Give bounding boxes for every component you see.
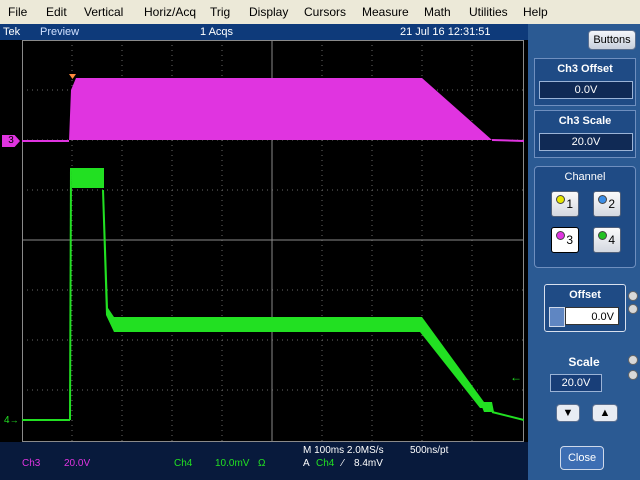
scale-up-button[interactable]: ▲ — [592, 404, 618, 422]
channel-3-label: 3 — [566, 233, 573, 247]
offset-knob-group: Offset 0.0V — [544, 284, 626, 332]
channel-1-label: 1 — [566, 197, 573, 211]
offset-label: Offset — [569, 289, 601, 301]
readout-bar: Ch3 20.0V Ch4 10.0mV Ω M 100ms 2.0MS/s 5… — [0, 442, 528, 480]
timebase-readout[interactable]: M 100ms 2.0MS/s — [303, 445, 384, 456]
offset-input[interactable]: 0.0V — [565, 307, 619, 325]
ch4-baseline-right — [491, 411, 524, 421]
menu-measure[interactable]: Measure — [362, 0, 409, 24]
menu-horiz-acq[interactable]: Horiz/Acq — [144, 0, 196, 24]
keypad-icon[interactable] — [549, 307, 565, 327]
channel-4-label: 4 — [608, 233, 615, 247]
menu-trig[interactable]: Trig — [210, 0, 230, 24]
waveform-display[interactable] — [22, 40, 524, 442]
ch4-rise-edge — [69, 167, 72, 421]
menu-edit[interactable]: Edit — [46, 0, 67, 24]
ch3-ground-marker[interactable]: 3 — [2, 135, 20, 147]
close-button[interactable]: Close — [560, 446, 604, 470]
scale-down-button[interactable]: ▼ — [556, 404, 580, 422]
channel-3-button[interactable]: 3 — [551, 227, 579, 253]
channel-4-button[interactable]: 4 — [593, 227, 621, 253]
ch3-scale-group: Ch3 Scale 20.0V — [534, 110, 636, 158]
acquisition-count: 1 Acqs — [200, 26, 234, 38]
menu-cursors[interactable]: Cursors — [304, 0, 346, 24]
ch3-baseline-right — [491, 139, 524, 142]
menu-utilities[interactable]: Utilities — [469, 0, 508, 24]
trigger-level-marker[interactable]: ← — [510, 370, 522, 384]
ch1-color-icon — [556, 195, 565, 204]
menu-math[interactable]: Math — [424, 0, 451, 24]
channel-selector-group: Channel 1 2 3 4 — [534, 166, 636, 268]
ch4-path-helper — [104, 168, 484, 400]
ch3-waveform — [22, 74, 524, 142]
control-panel: Buttons Ch3 Offset 0.0V Ch3 Scale 20.0V … — [528, 24, 640, 480]
trigger-slope-icon: ⁄ — [342, 458, 344, 469]
menu-help[interactable]: Help — [523, 0, 548, 24]
ch3-offset-title: Ch3 Offset — [557, 63, 613, 75]
channel-2-button[interactable]: 2 — [593, 191, 621, 217]
ch4-name-readout[interactable]: Ch4 — [174, 458, 192, 469]
resolution-readout: 500ns/pt — [410, 445, 449, 456]
offset-knob-indicator-top — [628, 291, 638, 301]
ch4-scale-readout[interactable]: 10.0mV — [215, 458, 249, 469]
menu-display[interactable]: Display — [249, 0, 288, 24]
ch4-ground-marker[interactable]: 4→ — [4, 414, 22, 426]
ch3-scale-title: Ch3 Scale — [558, 115, 612, 127]
datetime-label: 21 Jul 16 12:31:51 — [400, 26, 491, 38]
arrow-down-icon: ▼ — [562, 407, 574, 419]
channel-1-button[interactable]: 1 — [551, 191, 579, 217]
channel-2-label: 2 — [608, 197, 615, 211]
ch4-waveform — [22, 167, 524, 421]
ch4-envelope — [102, 190, 492, 408]
waveform-graticule — [22, 40, 524, 442]
menu-file[interactable]: File — [8, 0, 27, 24]
brand-label: Tek — [3, 26, 21, 38]
scale-knob-indicator-bottom — [628, 370, 638, 380]
ch3-marker-label: 3 — [8, 135, 14, 146]
menu-bar: File Edit Vertical Horiz/Acq Trig Displa… — [0, 0, 640, 25]
status-bar: Tek Preview 1 Acqs 21 Jul 16 12:31:51 — [0, 24, 528, 40]
ch4-color-icon — [598, 231, 607, 240]
menu-vertical[interactable]: Vertical — [84, 0, 123, 24]
scale-field[interactable]: 20.0V — [550, 374, 602, 392]
trigger-source-readout[interactable]: Ch4 — [316, 458, 334, 469]
scale-label: Scale — [568, 355, 600, 369]
scale-knob-indicator-top — [628, 355, 638, 365]
ch4-tail — [480, 402, 494, 412]
mode-label: Preview — [40, 26, 80, 38]
ch3-name-readout[interactable]: Ch3 — [22, 458, 40, 469]
trigger-position-marker — [69, 74, 76, 79]
arrow-up-icon: ▲ — [599, 407, 611, 419]
ch2-color-icon — [598, 195, 607, 204]
offset-knob-indicator-bottom — [628, 304, 638, 314]
ch3-color-icon — [556, 231, 565, 240]
ch3-offset-group: Ch3 Offset 0.0V — [534, 58, 636, 106]
ch4-peak-block — [72, 168, 104, 188]
ch3-offset-value[interactable]: 0.0V — [539, 81, 633, 99]
trigger-level-readout[interactable]: 8.4mV — [354, 458, 383, 469]
buttons-toggle-button[interactable]: Buttons — [588, 30, 636, 50]
trigger-prefix: A — [303, 458, 310, 469]
ch3-envelope — [69, 78, 492, 141]
channel-selector-title: Channel — [564, 171, 606, 183]
ch4-coupling-readout: Ω — [258, 458, 266, 469]
ch3-scale-readout[interactable]: 20.0V — [64, 458, 90, 469]
ch3-scale-value[interactable]: 20.0V — [539, 133, 633, 151]
